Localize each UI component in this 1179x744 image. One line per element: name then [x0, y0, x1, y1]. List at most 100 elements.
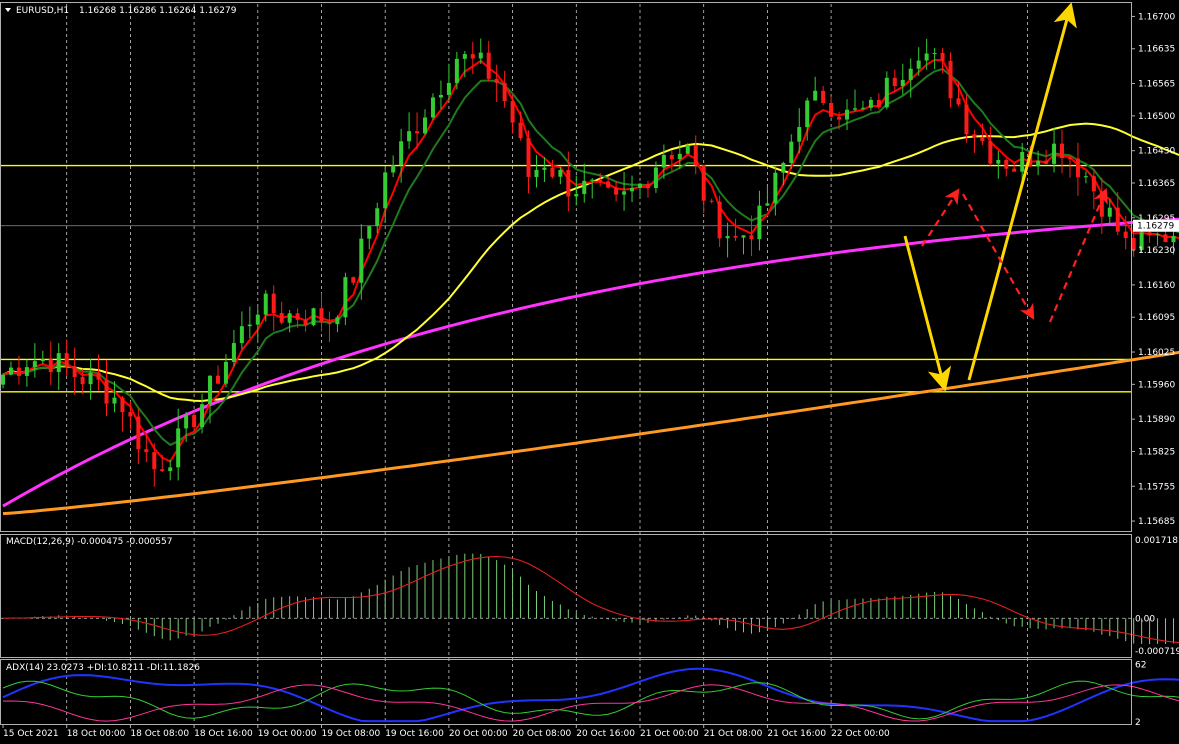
candle-body — [192, 415, 197, 428]
price-tick-label: 1.16025 — [1138, 348, 1175, 358]
candle-body — [1075, 158, 1080, 178]
macd-pane — [0, 553, 1179, 645]
price-tick-label: 1.16500 — [1138, 112, 1175, 122]
pane-headers: EURUSD,H1 1.16268 1.16286 1.16264 1.1627… — [5, 6, 237, 673]
candle-body — [590, 179, 595, 181]
candle-body — [176, 428, 181, 468]
time-tick-label: 15 Oct 2021 — [3, 729, 59, 739]
time-tick-label: 19 Oct 16:00 — [385, 729, 444, 739]
candle-body — [892, 77, 897, 86]
candle-body — [630, 187, 635, 192]
candle-body — [231, 343, 236, 362]
candle-body — [550, 167, 555, 177]
current-price-label: 1.16279 — [1137, 222, 1174, 232]
candle-body — [860, 107, 865, 109]
candle-body — [327, 322, 332, 325]
candle-body — [1123, 231, 1128, 239]
candle-body — [1115, 207, 1120, 232]
candle-body — [160, 469, 165, 472]
candle-body — [606, 181, 611, 188]
candle-body — [685, 145, 690, 154]
adx-line — [2, 667, 1179, 723]
candle-body — [263, 293, 268, 315]
time-tick-label: 18 Oct 00:00 — [67, 729, 126, 739]
candle-body — [709, 200, 714, 202]
candle-body — [932, 52, 937, 54]
pane-border — [0, 2, 1132, 532]
macd-tick-label: -0.000719 — [1135, 647, 1179, 657]
candle-body — [566, 169, 571, 197]
candle-body — [32, 361, 37, 368]
candle-body — [725, 236, 730, 239]
price-tick-label: 1.15890 — [1138, 415, 1175, 425]
candle-body — [287, 313, 292, 323]
adx-header: ADX(14) 23.0273 +DI:10.8211 -DI:11.1826 — [6, 663, 200, 673]
candle-body — [48, 359, 53, 373]
candle-body — [845, 109, 850, 120]
time-tick-label: 21 Oct 08:00 — [704, 729, 763, 739]
candle-body — [884, 77, 889, 108]
candle-body — [1155, 234, 1160, 236]
candle-body — [407, 131, 412, 142]
candle-body — [645, 183, 650, 189]
price-tick-label: 1.16700 — [1138, 12, 1175, 22]
price-tick-label: 1.16160 — [1138, 281, 1175, 291]
candle-body — [367, 226, 372, 239]
candle-body — [797, 127, 802, 142]
candle-body — [430, 97, 435, 118]
candle-body — [638, 183, 642, 188]
time-tick-label: 19 Oct 00:00 — [258, 729, 317, 739]
price-tick-label: 1.15755 — [1138, 482, 1175, 492]
price-tick-label: 1.15960 — [1138, 380, 1175, 390]
candle-body — [924, 53, 929, 61]
candle-body — [311, 308, 316, 326]
annotation-arrow-solid — [903, 235, 952, 392]
macd-header: MACD(12,26,9) -0.000475 -0.000557 — [6, 537, 172, 547]
macd-signal-line — [2, 555, 1179, 644]
candle-body — [526, 138, 531, 177]
time-tick-label: 18 Oct 16:00 — [194, 729, 253, 739]
candle-body — [80, 377, 85, 385]
candle-body — [534, 169, 539, 177]
horizontal-levels — [0, 164, 1131, 393]
candle-body — [805, 100, 810, 128]
time-tick-label: 18 Oct 08:00 — [130, 729, 189, 739]
candle-body — [303, 319, 308, 326]
candle-body — [852, 108, 857, 110]
candle-body — [64, 353, 69, 367]
candle-body — [868, 99, 873, 108]
candle-body — [478, 52, 483, 59]
candle-body — [964, 104, 969, 135]
candle-body — [1060, 143, 1065, 159]
macd-tick-label: 0.001718 — [1135, 536, 1178, 546]
annotation-arrow-solid — [967, 2, 1077, 381]
candle-body — [375, 208, 380, 227]
candle-body — [88, 372, 93, 385]
candle-body — [1036, 160, 1041, 167]
candle-body — [1107, 207, 1112, 217]
price-tick-label: 1.16430 — [1138, 147, 1175, 157]
adx-pane — [2, 667, 1179, 723]
candle-body — [470, 54, 475, 59]
candle-body — [510, 101, 515, 123]
candle-body — [359, 238, 364, 283]
candle-body — [1044, 160, 1049, 164]
candle-body — [900, 79, 905, 86]
time-tick-label: 20 Oct 00:00 — [449, 729, 508, 739]
annotation-arrow-dashed — [1048, 187, 1108, 323]
candle-body — [120, 397, 125, 413]
candle-body — [765, 203, 770, 206]
candle-body — [454, 58, 459, 83]
symbol-header: EURUSD,H1 — [16, 6, 69, 16]
price-tick-label: 1.16095 — [1138, 313, 1175, 323]
time-tick-label: 22 Oct 00:00 — [831, 729, 890, 739]
time-tick-label: 20 Oct 08:00 — [513, 729, 572, 739]
candle-body — [295, 313, 300, 320]
candle-body — [1004, 159, 1009, 169]
candle-body — [438, 94, 443, 98]
candle-body — [972, 134, 977, 138]
pane-frames — [0, 2, 1132, 725]
candle-body — [494, 78, 499, 83]
dropdown-triangle-icon[interactable] — [5, 8, 11, 12]
candle-body — [582, 180, 587, 194]
